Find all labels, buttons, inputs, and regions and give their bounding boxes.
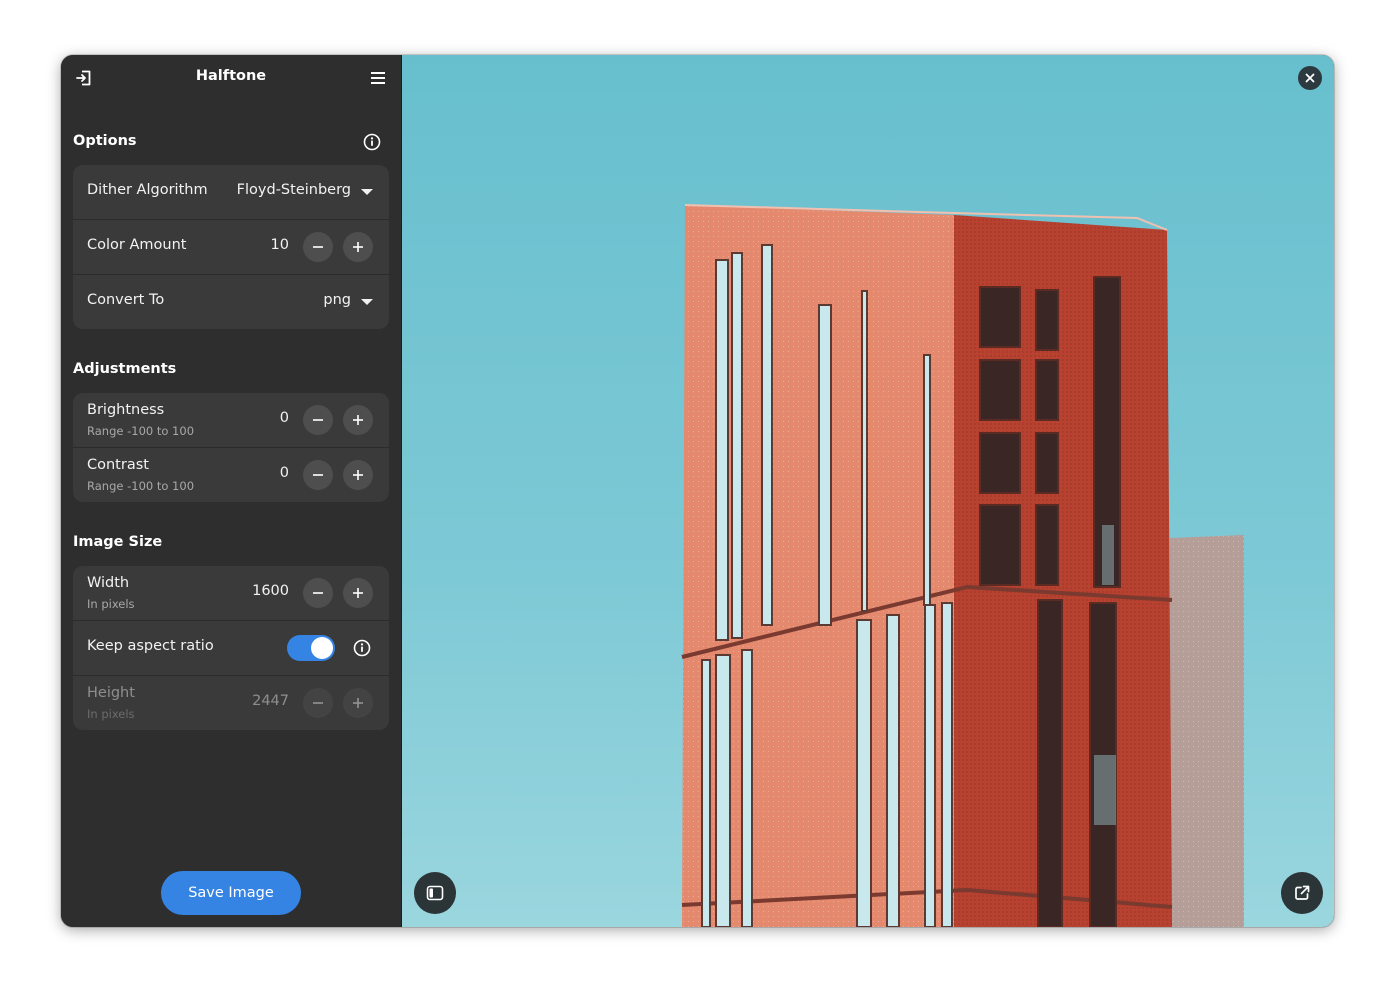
hamburger-menu-icon [371, 72, 385, 84]
color-amount-decrease-button[interactable] [303, 232, 333, 262]
header-bar: Halftone [61, 55, 401, 101]
keep-aspect-ratio-row: Keep aspect ratio [73, 621, 389, 676]
open-external-button[interactable] [1281, 872, 1323, 914]
color-amount-row: Color Amount 10 [73, 220, 389, 275]
options-group: Dither Algorithm Floyd-Steinberg Color A… [73, 165, 389, 329]
height-decrease-button [303, 688, 333, 718]
save-image-button[interactable]: Save Image [161, 871, 301, 915]
convert-to-label: Convert To [87, 292, 165, 308]
height-unit-hint: In pixels [87, 707, 135, 721]
height-value: 2447 [252, 693, 289, 709]
app-title: Halftone [195, 68, 267, 84]
main-menu-button[interactable] [364, 64, 392, 92]
dither-algorithm-row[interactable]: Dither Algorithm Floyd-Steinberg [73, 165, 389, 220]
close-window-button[interactable] [1298, 66, 1322, 90]
close-icon [1305, 73, 1315, 83]
image-preview [401, 55, 1334, 927]
options-section-title: Options [73, 133, 137, 149]
minus-icon [313, 702, 323, 704]
brightness-label: Brightness [87, 402, 165, 418]
brightness-increase-button[interactable] [343, 405, 373, 435]
plus-icon [353, 698, 363, 708]
contrast-label: Contrast [87, 457, 149, 473]
preview-image [681, 204, 1244, 927]
switch-knob [311, 637, 333, 659]
color-amount-increase-button[interactable] [343, 232, 373, 262]
app-window: Halftone Options Dither Algorithm Floyd-… [61, 55, 1334, 927]
adjustments-group: Brightness Range -100 to 100 0 Contrast … [73, 393, 389, 502]
adjustments-section-title: Adjustments [73, 361, 177, 377]
minus-icon [313, 474, 323, 476]
contrast-row: Contrast Range -100 to 100 0 [73, 448, 389, 502]
color-amount-value[interactable]: 10 [271, 237, 289, 253]
contrast-range-hint: Range -100 to 100 [87, 479, 195, 493]
info-icon [353, 639, 371, 657]
color-amount-label: Color Amount [87, 237, 187, 253]
convert-to-row[interactable]: Convert To png [73, 275, 389, 329]
width-value[interactable]: 1600 [252, 583, 289, 599]
sidebar-toggle-icon [426, 885, 444, 901]
brightness-value[interactable]: 0 [280, 410, 289, 426]
brightness-decrease-button[interactable] [303, 405, 333, 435]
contrast-decrease-button[interactable] [303, 460, 333, 490]
minus-icon [313, 592, 323, 594]
contrast-increase-button[interactable] [343, 460, 373, 490]
width-decrease-button[interactable] [303, 578, 333, 608]
dither-algorithm-dropdown[interactable]: Floyd-Steinberg [237, 182, 351, 198]
height-row: Height In pixels 2447 [73, 676, 389, 730]
keep-aspect-ratio-label: Keep aspect ratio [87, 638, 214, 654]
aspect-ratio-info-button[interactable] [351, 637, 373, 659]
minus-icon [313, 246, 323, 248]
width-label: Width [87, 575, 130, 591]
sidebar: Halftone Options Dither Algorithm Floyd-… [61, 55, 401, 927]
chevron-down-icon [361, 299, 373, 305]
keep-aspect-ratio-switch[interactable] [287, 635, 335, 661]
minus-icon [313, 419, 323, 421]
plus-icon [353, 470, 363, 480]
width-increase-button[interactable] [343, 578, 373, 608]
brightness-range-hint: Range -100 to 100 [87, 424, 195, 438]
width-unit-hint: In pixels [87, 597, 135, 611]
toggle-sidebar-button[interactable] [414, 872, 456, 914]
height-increase-button [343, 688, 373, 718]
info-icon [363, 133, 381, 151]
height-label: Height [87, 685, 135, 701]
open-external-icon [1295, 885, 1310, 900]
width-row: Width In pixels 1600 [73, 566, 389, 621]
plus-icon [353, 242, 363, 252]
contrast-value[interactable]: 0 [280, 465, 289, 481]
plus-icon [353, 588, 363, 598]
image-size-group: Width In pixels 1600 Keep aspect ratio H… [73, 566, 389, 730]
chevron-down-icon [361, 189, 373, 195]
image-size-section-title: Image Size [73, 534, 163, 550]
brightness-row: Brightness Range -100 to 100 0 [73, 393, 389, 448]
convert-to-dropdown[interactable]: png [323, 292, 351, 308]
plus-icon [353, 415, 363, 425]
options-info-button[interactable] [361, 131, 383, 153]
dither-algorithm-label: Dither Algorithm [87, 182, 208, 198]
